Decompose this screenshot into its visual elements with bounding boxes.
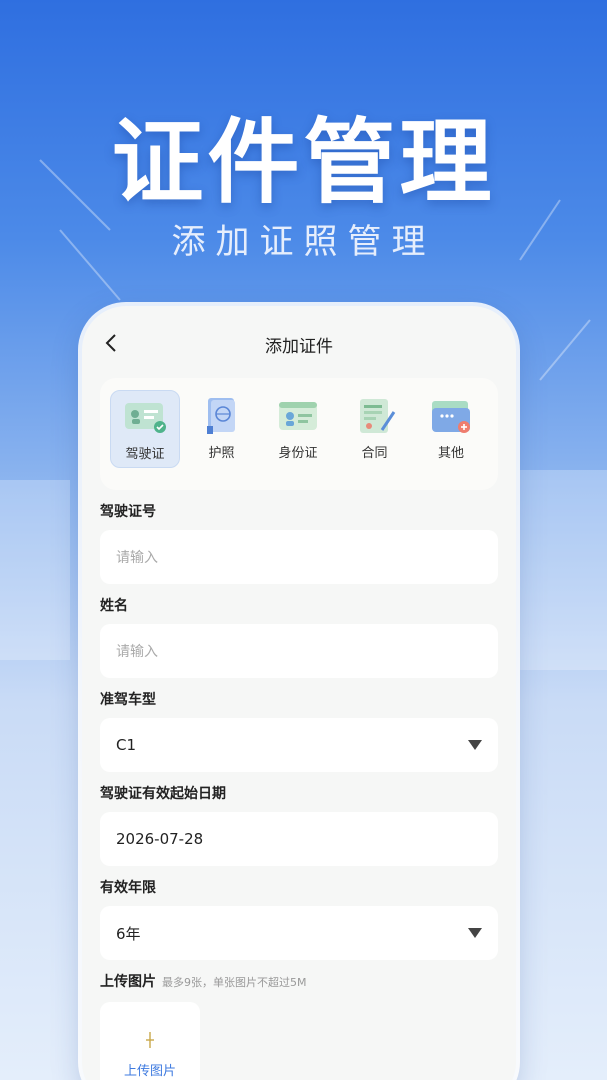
tab-label: 身份证: [278, 446, 318, 461]
name-placeholder: 请输入: [116, 644, 158, 660]
phone-screen: 添加证件 驾驶证 护照 身份证 合同 其他 驾驶证号 请输入 姓名 请输入 准驾…: [82, 306, 516, 1080]
tab-other[interactable]: 其他: [416, 390, 486, 468]
upload-image-button[interactable]: 上传图片: [100, 1002, 200, 1080]
tab-label: 驾驶证: [125, 447, 165, 462]
category-tabs: 驾驶证 护照 身份证 合同 其他: [100, 378, 498, 490]
id-card-icon: [279, 402, 317, 430]
validity-label: 有效年限: [100, 880, 156, 896]
upload-title: 上传图片: [100, 974, 156, 990]
validity-value: 6年: [116, 924, 141, 943]
tab-passport[interactable]: 护照: [187, 390, 257, 468]
other-folder-icon: [432, 401, 470, 433]
start-date-input[interactable]: 2026-07-28: [100, 812, 498, 866]
license-number-placeholder: 请输入: [116, 550, 158, 566]
upload-label: 上传图片 最多9张，单张图片不超过5M: [100, 970, 498, 994]
validity-select[interactable]: 6年: [100, 906, 498, 960]
license-number-input[interactable]: 请输入: [100, 530, 498, 584]
passport-icon: [206, 398, 235, 434]
tab-id-card[interactable]: 身份证: [263, 390, 333, 468]
contract-icon: [359, 399, 395, 433]
nav-bar: 添加证件: [82, 306, 516, 378]
start-date-label: 驾驶证有效起始日期: [100, 786, 226, 802]
tab-label: 护照: [208, 446, 235, 461]
name-input[interactable]: 请输入: [100, 624, 498, 678]
hero-subtitle: 添加证照管理: [171, 222, 436, 262]
tab-contract[interactable]: 合同: [340, 390, 410, 468]
license-form: 驾驶证号 请输入 姓名 请输入 准驾车型 C1 驾驶证有效起始日期 2026-0…: [82, 500, 516, 1080]
vehicle-type-value: C1: [116, 736, 137, 754]
vehicle-type-label: 准驾车型: [100, 692, 156, 708]
name-label: 姓名: [100, 598, 128, 614]
dropdown-arrow-icon: [468, 740, 482, 750]
upload-hint: 最多9张，单张图片不超过5M: [162, 976, 307, 989]
plus-icon: [146, 1032, 154, 1048]
tab-label: 合同: [361, 446, 388, 461]
license-number-label: 驾驶证号: [100, 504, 156, 520]
vehicle-type-select[interactable]: C1: [100, 718, 498, 772]
page-title: 添加证件: [265, 337, 333, 357]
tab-label: 其他: [437, 446, 464, 461]
upload-button-label: 上传图片: [123, 1064, 176, 1079]
hero-title: 证件管理: [111, 109, 496, 216]
drivers-license-icon: [125, 403, 166, 433]
dropdown-arrow-icon: [468, 928, 482, 938]
tab-drivers-license[interactable]: 驾驶证: [110, 390, 180, 468]
start-date-value: 2026-07-28: [116, 830, 204, 848]
